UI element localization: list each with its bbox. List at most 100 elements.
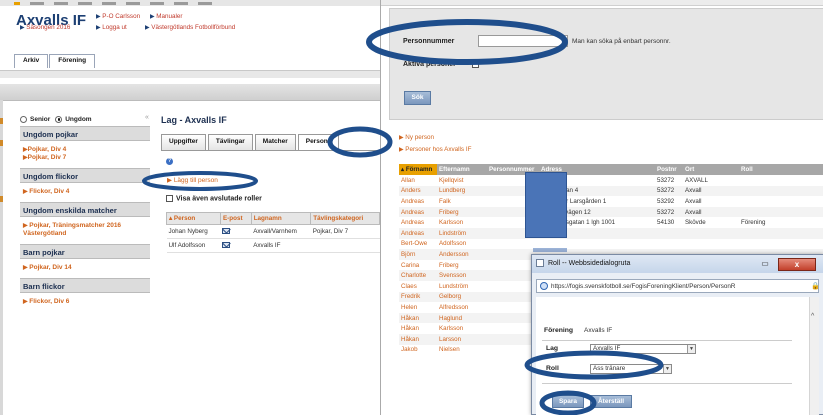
- row-firstname[interactable]: Andreas: [399, 206, 437, 218]
- row-lastname[interactable]: Falk: [437, 196, 487, 207]
- category-link[interactable]: Pojkar, Div 7: [310, 224, 380, 239]
- row-lastname[interactable]: Lundberg: [437, 185, 487, 197]
- row-firstname[interactable]: Björn: [399, 249, 437, 260]
- row-lastname[interactable]: Lundström: [437, 281, 487, 292]
- row-firstname[interactable]: Carina: [399, 260, 437, 271]
- search-button[interactable]: Sök: [404, 91, 431, 105]
- row-lastname[interactable]: Lindström: [437, 227, 487, 239]
- col-roll[interactable]: Roll: [739, 164, 823, 175]
- active-persons-checkbox[interactable]: [472, 61, 479, 68]
- new-person-link[interactable]: ▶ Ny person: [399, 134, 434, 141]
- sidebar-section-enskilda-matcher: Ungdom enskilda matcher: [20, 202, 150, 217]
- row-firstname[interactable]: Andreas: [399, 217, 437, 228]
- row-firstname[interactable]: Fredrik: [399, 291, 437, 303]
- chevron-up-icon[interactable]: ^: [811, 313, 814, 320]
- tab-forening[interactable]: Förening: [49, 54, 96, 68]
- sidebar-link-pojkar-div7[interactable]: ▶Pojkar, Div 7: [23, 154, 147, 162]
- row-lastname[interactable]: Adolfsson: [437, 239, 487, 250]
- club-persons-link[interactable]: ▶ Personer hos Axvalls IF: [399, 146, 471, 153]
- radio-senior-label: Senior: [30, 115, 51, 123]
- row-lastname[interactable]: Andersson: [437, 249, 487, 260]
- mail-icon[interactable]: [222, 242, 231, 249]
- show-ended-checkbox[interactable]: [166, 195, 173, 202]
- row-role: [739, 239, 823, 250]
- person-link[interactable]: Johan Nyberg: [166, 224, 221, 239]
- save-button[interactable]: Spara: [552, 395, 584, 408]
- col-category[interactable]: Tävlingskategori: [310, 212, 380, 225]
- reset-button[interactable]: Återställ: [590, 395, 632, 408]
- col-email[interactable]: E-post: [219, 212, 252, 225]
- row-lastname[interactable]: Larsson: [437, 333, 487, 345]
- person-link[interactable]: Ulf Adolfsson: [166, 238, 221, 253]
- row-lastname[interactable]: Nielsen: [437, 345, 487, 356]
- row-firstname[interactable]: Bert-Owe: [399, 239, 437, 250]
- forening-value: Axvalls IF: [584, 327, 613, 334]
- row-lastname[interactable]: Friberg: [437, 206, 487, 218]
- show-ended-roles[interactable]: Visa även avslutade roller: [166, 195, 262, 202]
- close-button[interactable]: x: [778, 258, 816, 271]
- row-firstname[interactable]: Allan: [399, 175, 437, 186]
- tab-uppgifter[interactable]: Uppgifter: [161, 134, 206, 151]
- row-lastname[interactable]: Haglund: [437, 312, 487, 324]
- radio-senior[interactable]: [20, 115, 27, 123]
- help-icon[interactable]: ?: [166, 158, 173, 165]
- row-role: [739, 227, 823, 239]
- manuals-link[interactable]: ▶ Manualer: [150, 13, 183, 20]
- collapse-icon[interactable]: «: [145, 114, 149, 121]
- col-efternamn[interactable]: Efternamn: [437, 164, 487, 175]
- federation-link[interactable]: ▶ Västergötlands Fotbollförbund: [145, 24, 235, 31]
- col-postnr[interactable]: Postnr: [655, 164, 683, 175]
- row-firstname[interactable]: Håkan: [399, 312, 437, 324]
- mail-icon[interactable]: [222, 228, 231, 235]
- row-lastname[interactable]: Karlsson: [437, 217, 487, 228]
- tab-tavlingar[interactable]: Tävlingar: [207, 134, 253, 151]
- col-fornamn[interactable]: ▴ Förnamn: [399, 164, 437, 175]
- sidebar-link-traningsmatcher[interactable]: ▶ Pojkar, Träningsmatcher 2016 Västergöt…: [23, 222, 147, 238]
- row-lastname[interactable]: Svensson: [437, 270, 487, 281]
- table-row: Ulf Adolfsson Axvalls IF: [166, 238, 380, 253]
- tab-arkiv[interactable]: Arkiv: [14, 54, 49, 68]
- row-firstname[interactable]: Charlotte: [399, 270, 437, 281]
- sidebar-link-pojkar-div14[interactable]: ▶ Pojkar, Div 14: [23, 264, 147, 272]
- row-lastname[interactable]: Karlsson: [437, 323, 487, 334]
- row-firstname[interactable]: Håkan: [399, 323, 437, 334]
- user-link[interactable]: ▶ P-O Carlsson: [96, 13, 140, 20]
- roll-select[interactable]: Ass tränare ▼: [590, 364, 672, 374]
- sidebar-link-flickor-div4[interactable]: ▶ Flickor, Div 4: [23, 188, 147, 196]
- team-persons-table: ▴ Person E-post Lagnamn Tävlingskategori…: [166, 212, 380, 253]
- row-city: [683, 239, 739, 250]
- row-firstname[interactable]: Andreas: [399, 196, 437, 207]
- row-firstname[interactable]: Helen: [399, 302, 437, 313]
- col-ort[interactable]: Ort: [683, 164, 739, 175]
- tab-matcher[interactable]: Matcher: [254, 134, 296, 151]
- row-lastname[interactable]: Alfredsson: [437, 302, 487, 313]
- add-person-link[interactable]: ▶ Lägg till person: [167, 176, 218, 184]
- row-role: [739, 206, 823, 218]
- row-firstname[interactable]: Håkan: [399, 333, 437, 345]
- col-team[interactable]: Lagnamn: [250, 212, 312, 225]
- logout-link[interactable]: ▶ Logga ut: [96, 24, 127, 31]
- radio-youth[interactable]: [55, 115, 63, 123]
- active-persons-label: Aktiva personer: [403, 61, 456, 68]
- row-firstname[interactable]: Jakob: [399, 345, 437, 356]
- row-firstname[interactable]: Andreas: [399, 227, 437, 239]
- lock-icon: 🔒: [811, 283, 820, 290]
- col-person[interactable]: ▴ Person: [166, 212, 221, 225]
- row-lastname[interactable]: Gelborg: [437, 291, 487, 303]
- tab-personer[interactable]: Persone: [297, 134, 340, 151]
- dialog-scrollbar[interactable]: ^: [809, 297, 819, 415]
- lag-select[interactable]: Axvalls IF ▼: [590, 344, 696, 354]
- dialog-titlebar[interactable]: Roll -- Webbsidedialogruta ▭ x: [532, 255, 823, 273]
- row-firstname[interactable]: Anders: [399, 185, 437, 197]
- restore-icon[interactable]: ▭: [754, 259, 776, 270]
- sidebar-link-pojkar-div4[interactable]: ▶Pojkar, Div 4: [23, 146, 147, 154]
- row-lastname[interactable]: Kjellqvist: [437, 175, 487, 186]
- personnummer-input[interactable]: [478, 35, 568, 47]
- category-link[interactable]: [310, 238, 380, 253]
- season-link[interactable]: ▶ Säsongen 2016: [20, 24, 70, 31]
- row-firstname[interactable]: Claes: [399, 281, 437, 292]
- team-tabs: Uppgifter Tävlingar Matcher Persone: [161, 134, 340, 151]
- sidebar-link-flickor-div6[interactable]: ▶ Flickor, Div 6: [23, 298, 147, 306]
- sidebar-section-barn-pojkar: Barn pojkar: [20, 244, 150, 259]
- row-lastname[interactable]: Friberg: [437, 260, 487, 271]
